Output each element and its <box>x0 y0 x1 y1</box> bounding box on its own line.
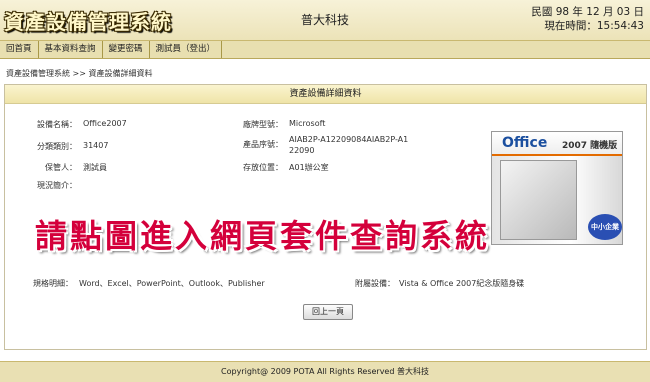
brand-label: 廠牌型號： <box>243 120 283 129</box>
brand-value: Microsoft <box>289 119 326 128</box>
product-header-strip: Office 2007 隨機版 <box>492 132 622 156</box>
product-brand-text: Office <box>502 135 548 151</box>
detail-panel: 資產設備詳細資料 設備名稱： Office2007 廠牌型號： Microsof… <box>4 84 647 350</box>
serial-label: 產品序號： <box>243 140 283 149</box>
category-value: 31407 <box>83 141 109 150</box>
serial-value: AIAB2P-A12209084AIAB2P-A122090 <box>289 135 409 155</box>
date-text: 民國 98 年 12 月 03 日 <box>531 6 644 18</box>
back-button[interactable]: 回上一頁 <box>303 304 353 320</box>
datetime-display: 民國 98 年 12 月 03 日 現在時間：15:54:43 <box>531 5 644 33</box>
product-badge: 中小企業版 <box>588 214 622 240</box>
keeper-value: 測試員 <box>83 163 107 172</box>
menu-logout[interactable]: 測試員（登出） <box>150 41 223 58</box>
footer: Copyright@ 2009 POTA All Rights Reserved… <box>0 361 650 382</box>
accessory-value: Vista & Office 2007紀念版隨身碟 <box>399 279 525 288</box>
category-label: 分類類別： <box>37 142 77 151</box>
query-system-banner[interactable]: 請點圖進入網頁套件查詢系統 <box>35 211 505 257</box>
location-label: 存放位置： <box>243 163 283 172</box>
menu-change-password[interactable]: 變更密碼 <box>103 41 150 58</box>
location-value: A01辦公室 <box>289 163 329 172</box>
spec-value: Word、Excel、PowerPoint、Outlook、Publisher <box>79 279 265 288</box>
menu-home[interactable]: 回首頁 <box>0 41 39 58</box>
breadcrumb: 資產設備管理系統 >> 資產設備詳細資料 <box>6 69 153 78</box>
menu-bar: 回首頁 基本資料查詢 變更密碼 測試員（登出） <box>0 41 650 59</box>
product-image[interactable]: Office 2007 隨機版 中小企業版 <box>491 131 623 245</box>
accessory-label: 附屬設備： <box>355 279 395 288</box>
name-value: Office2007 <box>83 119 127 128</box>
product-version-text: 2007 隨機版 <box>562 141 618 151</box>
panel-title: 資產設備詳細資料 <box>5 85 646 104</box>
menu-basic-query[interactable]: 基本資料查詢 <box>39 41 103 58</box>
spec-label: 規格明細： <box>33 279 73 288</box>
header: 資產設備管理系統 普大科技 民國 98 年 12 月 03 日 現在時間：15:… <box>0 0 650 41</box>
product-box-art <box>500 160 577 240</box>
time-text: 現在時間：15:54:43 <box>544 20 644 32</box>
keeper-label: 保管人： <box>45 163 77 172</box>
status-label: 現況簡介： <box>37 181 77 190</box>
name-label: 設備名稱： <box>37 120 77 129</box>
